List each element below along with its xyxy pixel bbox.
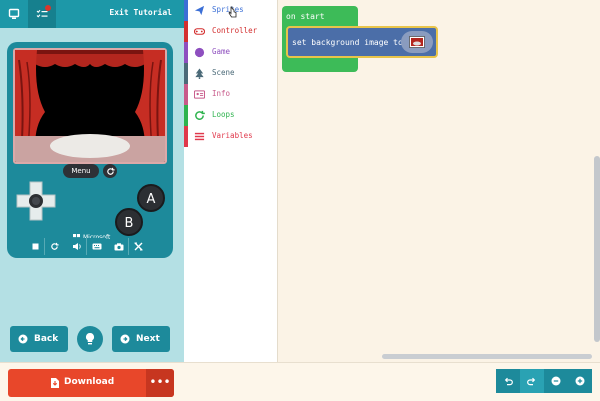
sound-button[interactable] (68, 238, 87, 255)
set-background-label: set background image to (292, 38, 403, 47)
paper-plane-icon (194, 5, 205, 16)
set-background-image-block[interactable]: set background image to (286, 26, 438, 58)
download-icon (51, 378, 59, 388)
block-toolbox: Sprites Controller Game Scene Info Loops… (184, 0, 278, 362)
category-label: Info (212, 89, 231, 98)
lightbulb-icon (85, 332, 95, 345)
next-label: Next (136, 334, 160, 344)
redo-icon (527, 377, 536, 386)
stop-button[interactable] (26, 238, 45, 255)
on-start-label: on start (286, 12, 325, 21)
simulator-toolbar (26, 238, 148, 255)
menu-button[interactable]: Menu (63, 164, 99, 178)
id-card-icon (194, 90, 205, 99)
stop-icon (32, 243, 38, 250)
hint-button[interactable] (77, 326, 103, 352)
category-label: Game (212, 47, 231, 56)
dpad-control[interactable] (15, 180, 57, 222)
zoom-in-button[interactable] (568, 369, 592, 393)
download-button[interactable]: Download ••• (8, 369, 174, 397)
keyboard-icon (92, 243, 101, 250)
bottom-bar: Download ••• (0, 362, 600, 401)
arrow-left-circle-icon (18, 334, 28, 344)
category-variables[interactable]: Variables (184, 126, 278, 147)
zoom-out-button[interactable] (544, 369, 568, 393)
game-screen[interactable] (13, 48, 167, 164)
category-label: Controller (212, 26, 258, 35)
gamepad-icon (194, 28, 205, 35)
refresh-icon (51, 242, 59, 250)
simulator-panel: Menu A B Microsoft (0, 28, 184, 362)
plus-circle-icon (575, 376, 585, 386)
image-thumbnail-icon (409, 36, 425, 48)
list-icon (194, 132, 205, 141)
category-game[interactable]: Game (184, 42, 278, 63)
circle-icon (194, 47, 205, 58)
a-button[interactable]: A (137, 184, 165, 212)
game-console: Menu A B Microsoft (7, 42, 173, 258)
restart-sim-button[interactable] (45, 238, 64, 255)
minus-circle-icon (551, 376, 561, 386)
category-loops[interactable]: Loops (184, 105, 278, 126)
image-picker[interactable] (401, 31, 433, 53)
undo-icon (504, 377, 513, 386)
refresh-icon (195, 110, 205, 120)
category-scene[interactable]: Scene (184, 63, 278, 84)
fullscreen-button[interactable] (129, 238, 148, 255)
back-button[interactable]: Back (10, 326, 68, 352)
keyboard-button[interactable] (87, 238, 106, 255)
vertical-scrollbar[interactable] (594, 156, 600, 342)
download-label: Download (64, 377, 115, 387)
horizontal-scrollbar[interactable] (382, 354, 592, 359)
mouse-cursor-icon (228, 6, 237, 18)
category-label: Variables (212, 131, 253, 140)
exit-tutorial-button[interactable]: Exit Tutorial (109, 8, 172, 17)
more-options-button[interactable]: ••• (146, 369, 174, 397)
b-button[interactable]: B (115, 208, 143, 236)
screenshot-button[interactable] (110, 238, 129, 255)
arrow-right-circle-icon (120, 334, 130, 344)
camera-icon (114, 242, 124, 250)
monitor-icon (8, 8, 20, 19)
restart-icon (106, 167, 115, 175)
code-workspace[interactable]: on start set background image to (278, 0, 600, 362)
next-button[interactable]: Next (112, 326, 170, 352)
redo-button[interactable] (520, 369, 544, 393)
tree-icon (195, 68, 204, 79)
category-label: Loops (212, 110, 235, 119)
category-controller[interactable]: Controller (184, 21, 278, 42)
theater-stage-image (15, 50, 165, 162)
notification-dot (45, 5, 51, 11)
volume-icon (73, 243, 81, 250)
category-label: Scene (212, 68, 235, 77)
restart-button[interactable] (103, 164, 117, 178)
undo-button[interactable] (496, 369, 520, 393)
simulator-tab[interactable] (0, 0, 28, 28)
category-info[interactable]: Info (184, 84, 278, 105)
tutorial-tab[interactable] (28, 0, 56, 28)
top-bar: Exit Tutorial (0, 0, 184, 28)
back-label: Back (34, 334, 59, 344)
expand-icon (134, 242, 143, 251)
